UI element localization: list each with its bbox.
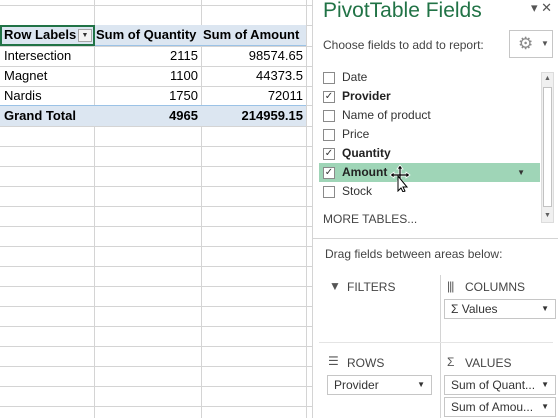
field-list: Date ✓ Provider Name of product Price ✓ …	[319, 67, 540, 225]
field-label: Stock	[342, 184, 373, 198]
amount-value[interactable]: 98574.65	[202, 46, 306, 66]
row-label[interactable]: Magnet	[4, 66, 94, 86]
values-amount-item[interactable]: Sum of Amou... ▼	[444, 397, 556, 417]
field-date[interactable]: Date	[319, 68, 540, 87]
quantity-value[interactable]: 1750	[95, 86, 201, 106]
scroll-up-icon[interactable]: ▲	[542, 73, 553, 85]
columns-item-label: Σ Values	[451, 302, 498, 316]
field-checkbox[interactable]: ✓	[323, 167, 335, 179]
field-label: Date	[342, 70, 368, 84]
values-item-label: Sum of Amou...	[451, 400, 534, 414]
drag-fields-label: Drag fields between areas below:	[325, 247, 503, 261]
quantity-value[interactable]: 2115	[95, 46, 201, 66]
field-price[interactable]: Price	[319, 125, 540, 144]
gridline	[0, 206, 312, 207]
choose-fields-label: Choose fields to add to report:	[323, 38, 484, 52]
area-divider	[440, 275, 441, 418]
gridline	[306, 0, 307, 418]
quantity-value[interactable]: 1100	[95, 66, 201, 86]
field-checkbox[interactable]	[323, 129, 335, 141]
move-cursor-icon	[389, 164, 411, 192]
values-area-label: VALUES	[465, 356, 512, 370]
pane-title: PivotTable Fields	[323, 0, 482, 22]
row-label[interactable]: Nardis	[4, 86, 94, 106]
gridline	[0, 5, 312, 6]
field-label: Price	[342, 127, 370, 141]
amount-value[interactable]: 72011	[202, 86, 306, 106]
gridline	[0, 146, 312, 147]
grand-total-amount[interactable]: 214959.15	[202, 106, 306, 126]
gridline	[0, 286, 312, 287]
gridline	[0, 166, 312, 167]
columns-area-label: COLUMNS	[465, 280, 526, 294]
gridline	[0, 406, 312, 407]
field-list-scrollbar[interactable]: ▲ ▼	[541, 72, 554, 223]
field-checkbox[interactable]: ✓	[323, 148, 335, 160]
gridline	[0, 326, 312, 327]
field-checkbox[interactable]	[323, 110, 335, 122]
rows-item-label: Provider	[334, 378, 379, 392]
sigma-icon: Σ	[447, 355, 455, 369]
field-amount[interactable]: ✓ Amount ▼	[319, 163, 540, 182]
columns-values-item[interactable]: Σ Values ▼	[444, 299, 556, 319]
filter-dropdown-icon[interactable]: ▼	[78, 29, 92, 42]
field-label: Amount	[342, 165, 388, 179]
field-checkbox[interactable]	[323, 186, 335, 198]
gridline	[0, 246, 312, 247]
grand-total-label[interactable]: Grand Total	[4, 106, 94, 126]
chevron-down-icon[interactable]: ▼	[541, 376, 549, 394]
field-label: Provider	[342, 89, 391, 103]
gear-icon: ⚙	[518, 34, 534, 53]
chevron-down-icon: ▼	[541, 39, 549, 48]
rows-area-label: ROWS	[347, 356, 385, 370]
settings-button[interactable]: ⚙ ▼	[509, 30, 553, 58]
gridline	[0, 226, 312, 227]
row-label[interactable]: Intersection	[4, 46, 94, 66]
more-tables-link[interactable]: MORE TABLES...	[323, 212, 417, 226]
field-label: Quantity	[342, 146, 391, 160]
worksheet-grid[interactable]: Row Labels Sum of Quantity Sum of Amount…	[0, 0, 312, 418]
gridline	[0, 186, 312, 187]
chevron-down-icon[interactable]: ▼	[417, 376, 425, 394]
chevron-down-icon[interactable]: ▼	[517, 163, 525, 182]
scroll-down-icon[interactable]: ▼	[542, 210, 553, 222]
filters-area-label: FILTERS	[347, 280, 396, 294]
filter-icon: ▼	[329, 279, 341, 293]
values-item-label: Sum of Quant...	[451, 378, 536, 392]
field-provider[interactable]: ✓ Provider	[319, 87, 540, 106]
values-quantity-item[interactable]: Sum of Quant... ▼	[444, 375, 556, 395]
field-checkbox[interactable]: ✓	[323, 91, 335, 103]
field-name-of-product[interactable]: Name of product	[319, 106, 540, 125]
gridline	[0, 386, 312, 387]
gridline	[0, 126, 312, 127]
gridline	[0, 366, 312, 367]
area-divider	[319, 342, 553, 343]
gridline	[0, 306, 312, 307]
gridline	[0, 266, 312, 267]
field-stock[interactable]: Stock	[319, 182, 540, 201]
field-quantity[interactable]: ✓ Quantity	[319, 144, 540, 163]
pane-divider	[313, 238, 558, 239]
gridline	[0, 346, 312, 347]
amount-value[interactable]: 44373.5	[202, 66, 306, 86]
sum-quantity-header[interactable]: Sum of Quantity	[96, 25, 200, 45]
scroll-thumb[interactable]	[543, 87, 552, 207]
rows-icon: ☰	[328, 354, 339, 368]
pivottable-fields-pane: PivotTable Fields ▾ ✕ Choose fields to a…	[312, 0, 558, 418]
sum-amount-header[interactable]: Sum of Amount	[203, 25, 306, 45]
columns-icon: |||	[447, 279, 454, 293]
field-checkbox[interactable]	[323, 72, 335, 84]
chevron-down-icon[interactable]: ▼	[541, 398, 549, 416]
close-icon[interactable]: ▾ ✕	[531, 0, 552, 16]
field-label: Name of product	[342, 108, 431, 122]
rows-provider-item[interactable]: Provider ▼	[327, 375, 432, 395]
chevron-down-icon[interactable]: ▼	[541, 300, 549, 318]
grand-total-quantity[interactable]: 4965	[95, 106, 201, 126]
